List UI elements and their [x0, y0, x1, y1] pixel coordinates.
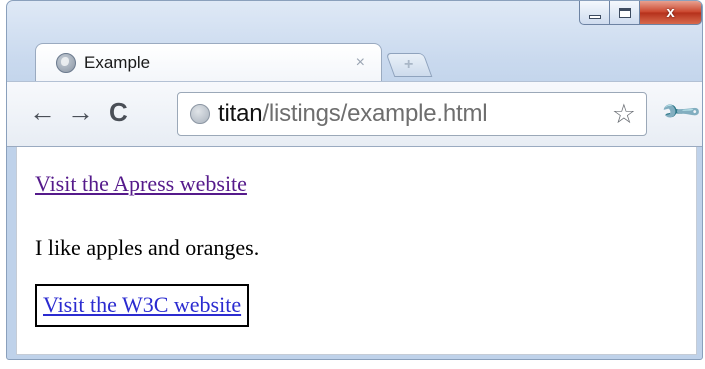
tab-example[interactable]: Example ×	[35, 43, 382, 82]
plus-icon: +	[404, 56, 414, 73]
globe-icon	[56, 53, 76, 73]
maximize-icon	[618, 7, 631, 18]
w3c-link[interactable]: Visit the W3C website	[43, 292, 241, 317]
forward-arrow-icon[interactable]: →	[67, 97, 94, 127]
new-tab-button[interactable]: +	[385, 53, 433, 77]
fruit-paragraph: I like apples and oranges.	[35, 235, 260, 260]
back-arrow-icon[interactable]: ←	[29, 97, 56, 127]
minimize-icon	[588, 14, 601, 19]
minimize-button[interactable]	[579, 1, 610, 25]
close-icon: x	[666, 4, 675, 21]
address-bar[interactable]: titan/listings/example.html ☆	[177, 92, 647, 136]
w3c-link-box: Visit the W3C website	[35, 284, 250, 327]
reload-icon[interactable]: C	[109, 97, 128, 127]
tab-close-icon[interactable]: ×	[356, 54, 365, 72]
page-info-icon[interactable]	[190, 104, 210, 124]
url-path: /listings/example.html	[262, 100, 488, 127]
address-text[interactable]: titan/listings/example.html	[218, 100, 488, 128]
maximize-button[interactable]	[610, 1, 640, 25]
apress-link[interactable]: Visit the Apress website	[35, 171, 247, 197]
window-controls: x	[579, 1, 702, 27]
browser-window: x Example × + ← → C titan/listings/examp…	[6, 0, 703, 360]
page-content: Visit the Apress website I like apples a…	[16, 147, 697, 355]
wrench-menu-icon[interactable]: 🔧	[659, 89, 702, 134]
browser-toolbar: ← → C titan/listings/example.html ☆ 🔧	[7, 81, 702, 147]
tab-title: Example	[84, 53, 151, 72]
bookmark-star-icon[interactable]: ☆	[612, 99, 636, 130]
url-host: titan	[218, 100, 263, 127]
close-window-button[interactable]: x	[640, 1, 702, 25]
